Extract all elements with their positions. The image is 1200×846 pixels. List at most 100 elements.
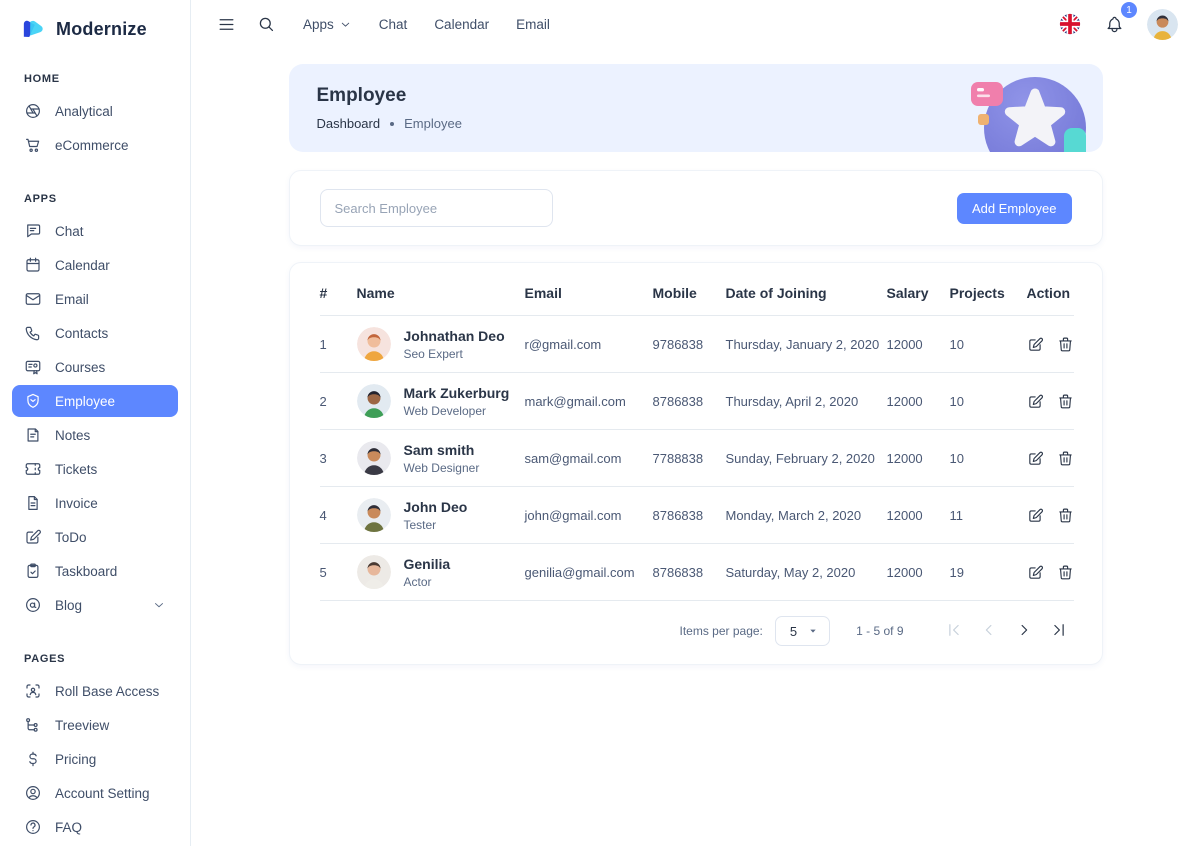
edit-icon[interactable] xyxy=(1027,564,1044,581)
edit-icon[interactable] xyxy=(1027,336,1044,353)
uk-flag-icon xyxy=(1059,13,1081,35)
language-flag-button[interactable] xyxy=(1059,13,1081,35)
sidebar-item-taskboard[interactable]: Taskboard xyxy=(12,555,178,587)
logo[interactable]: Modernize xyxy=(0,0,190,43)
sidebar-item-notes[interactable]: Notes xyxy=(12,419,178,451)
mail-icon xyxy=(24,290,42,308)
note-icon xyxy=(24,426,42,444)
page-content: Employee Dashboard Employee xyxy=(289,64,1103,665)
profile-avatar[interactable] xyxy=(1147,9,1178,40)
sidebar-item-courses[interactable]: Courses xyxy=(12,351,178,383)
employee-role: Seo Expert xyxy=(404,347,505,361)
employee-date: Thursday, April 2, 2020 xyxy=(726,373,887,430)
edit-icon[interactable] xyxy=(1027,450,1044,467)
sidebar-item-chat[interactable]: Chat xyxy=(12,215,178,247)
edit-icon[interactable] xyxy=(1027,507,1044,524)
calendar-icon xyxy=(24,256,42,274)
row-index: 5 xyxy=(320,544,357,601)
sidebar-item-account-setting[interactable]: Account Setting xyxy=(12,777,178,809)
add-employee-button[interactable]: Add Employee xyxy=(957,193,1072,224)
sidebar-item-tickets[interactable]: Tickets xyxy=(12,453,178,485)
trash-icon[interactable] xyxy=(1057,393,1074,410)
sidebar-item-label: eCommerce xyxy=(55,138,129,153)
user-circle-icon xyxy=(24,784,42,802)
table-row: 3 Sam smith Web Designer sam@gmail.com 7… xyxy=(320,430,1074,487)
breadcrumb-dashboard[interactable]: Dashboard xyxy=(317,116,381,131)
sidebar-item-todo[interactable]: ToDo xyxy=(12,521,178,553)
ticket-icon xyxy=(24,460,42,478)
employee-name: Genilia xyxy=(404,556,451,572)
employee-salary: 12000 xyxy=(887,544,950,601)
sidebar-item-email[interactable]: Email xyxy=(12,283,178,315)
row-index: 1 xyxy=(320,316,357,373)
employee-avatar xyxy=(357,498,391,532)
employee-name: Sam smith xyxy=(404,442,480,458)
employee-salary: 12000 xyxy=(887,430,950,487)
employee-projects: 10 xyxy=(950,316,1027,373)
sidebar-item-employee[interactable]: Employee xyxy=(12,385,178,417)
employee-projects: 10 xyxy=(950,430,1027,487)
sidebar-item-ecommerce[interactable]: eCommerce xyxy=(12,129,178,161)
employee-date: Sunday, February 2, 2020 xyxy=(726,430,887,487)
search-employee-input[interactable] xyxy=(320,189,553,227)
page-last-icon[interactable] xyxy=(1048,620,1070,642)
row-index: 3 xyxy=(320,430,357,487)
sidebar-item-analytical[interactable]: Analytical xyxy=(12,95,178,127)
sidebar-item-faq[interactable]: FAQ xyxy=(12,811,178,843)
employee-projects: 10 xyxy=(950,373,1027,430)
sidebar-item-contacts[interactable]: Contacts xyxy=(12,317,178,349)
employee-avatar xyxy=(357,327,391,361)
employee-email: r@gmail.com xyxy=(525,316,653,373)
badge-icon xyxy=(24,392,42,410)
employee-date: Thursday, January 2, 2020 xyxy=(726,316,887,373)
nav-email[interactable]: Email xyxy=(516,17,550,32)
employee-projects: 19 xyxy=(950,544,1027,601)
menu-toggle-button[interactable] xyxy=(209,7,243,41)
nav-apps[interactable]: Apps xyxy=(303,17,352,32)
row-index: 4 xyxy=(320,487,357,544)
employee-role: Actor xyxy=(404,575,451,589)
sidebar-item-pricing[interactable]: Pricing xyxy=(12,743,178,775)
sidebar-item-roll-base-access[interactable]: Roll Base Access xyxy=(12,675,178,707)
employee-mobile: 8786838 xyxy=(653,544,726,601)
column-email: Email xyxy=(525,267,653,316)
table-row: 1 Johnathan Deo Seo Expert r@gmail.com 9… xyxy=(320,316,1074,373)
sidebar-section-pages: PAGES xyxy=(0,623,190,673)
pagination: Items per page: 5 1 - 5 of 9 xyxy=(320,601,1072,654)
table-row: 4 John Deo Tester john@gmail.com 8786838… xyxy=(320,487,1074,544)
sidebar-item-label: Blog xyxy=(55,598,82,613)
sidebar-item-label: Notes xyxy=(55,428,90,443)
breadcrumb-separator xyxy=(390,122,394,126)
trash-icon[interactable] xyxy=(1057,564,1074,581)
items-per-page-select[interactable]: 5 xyxy=(775,616,830,646)
page-first-icon[interactable] xyxy=(943,620,965,642)
sidebar-item-invoice[interactable]: Invoice xyxy=(12,487,178,519)
chevron-right-icon[interactable] xyxy=(1013,620,1035,642)
nav-chat[interactable]: Chat xyxy=(379,17,408,32)
column-salary: Salary xyxy=(887,267,950,316)
caret-down-icon xyxy=(805,623,821,639)
sidebar-item-label: Calendar xyxy=(55,258,110,273)
tree-icon xyxy=(24,716,42,734)
search-button[interactable] xyxy=(249,7,283,41)
sidebar-section-home: HOME xyxy=(0,43,190,93)
trash-icon[interactable] xyxy=(1057,336,1074,353)
sidebar-item-treeview[interactable]: Treeview xyxy=(12,709,178,741)
sidebar-item-blog[interactable]: Blog xyxy=(12,589,178,621)
nav-calendar[interactable]: Calendar xyxy=(434,17,489,32)
trash-icon[interactable] xyxy=(1057,450,1074,467)
sidebar-item-label: Roll Base Access xyxy=(55,684,159,699)
sidebar-item-label: FAQ xyxy=(55,820,82,835)
column-date: Date of Joining xyxy=(726,267,887,316)
trash-icon[interactable] xyxy=(1057,507,1074,524)
chevron-left-icon[interactable] xyxy=(978,620,1000,642)
sidebar-item-label: Pricing xyxy=(55,752,96,767)
table-header-row: # Name Email Mobile Date of Joining Sala… xyxy=(320,267,1074,316)
employee-email: genilia@gmail.com xyxy=(525,544,653,601)
clipboard-icon xyxy=(24,562,42,580)
message-icon xyxy=(24,222,42,240)
sidebar-item-calendar[interactable]: Calendar xyxy=(12,249,178,281)
notification-badge: 1 xyxy=(1121,2,1137,18)
employee-name: Johnathan Deo xyxy=(404,328,505,344)
edit-icon[interactable] xyxy=(1027,393,1044,410)
